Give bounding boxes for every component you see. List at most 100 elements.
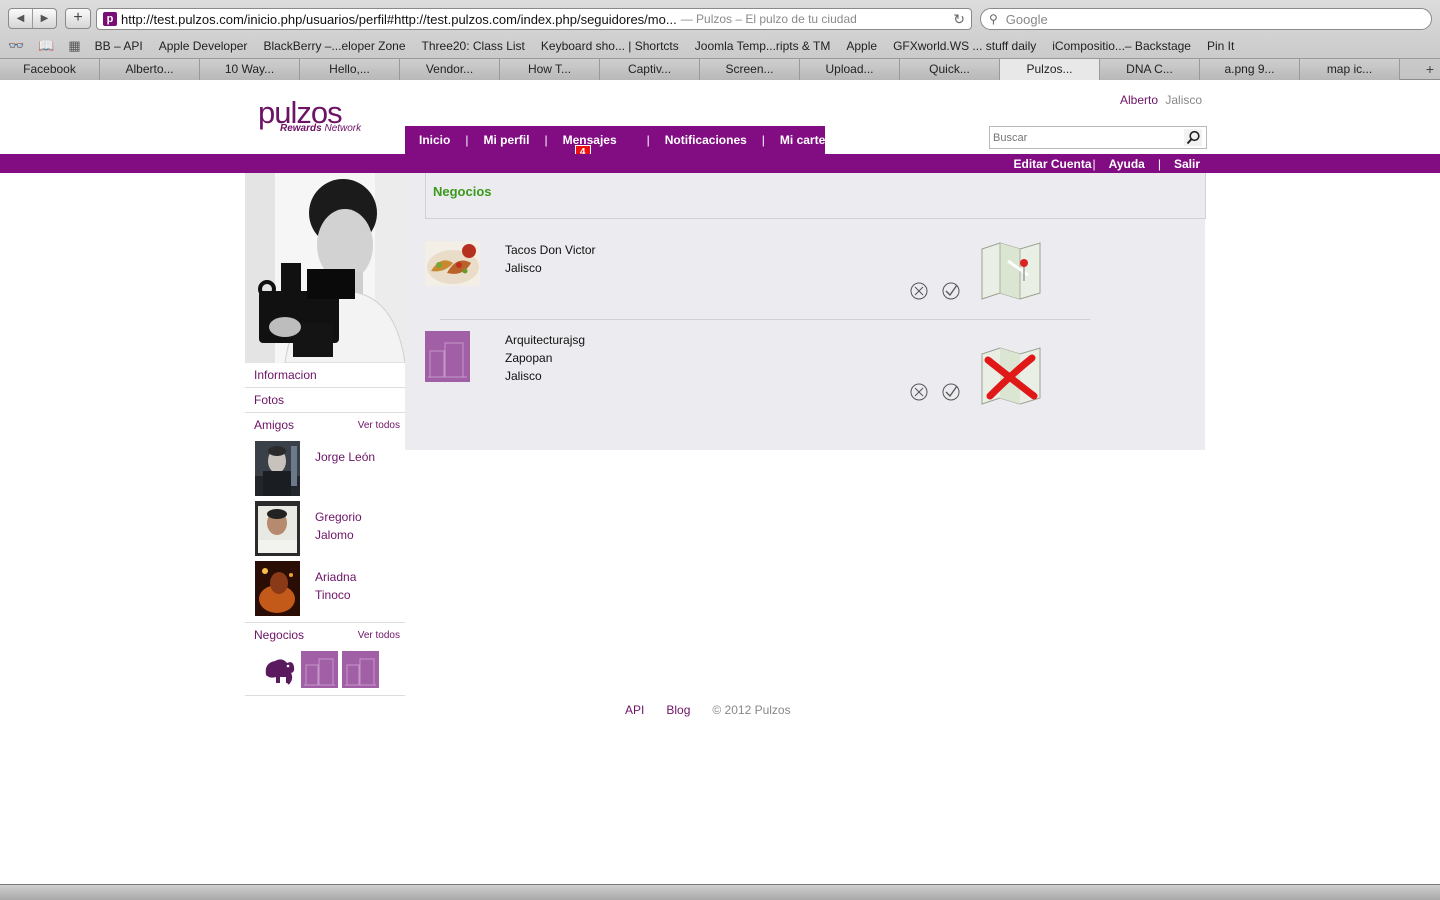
bookmark-item[interactable]: Pin It (1207, 39, 1234, 53)
check-circle-icon[interactable] (942, 383, 960, 401)
nav-mi-cartera[interactable]: Mi cartera (780, 133, 837, 147)
friend-avatar[interactable] (255, 561, 300, 616)
new-tab-icon[interactable]: + (1420, 59, 1440, 80)
sidebar-item-fotos[interactable]: Fotos (245, 388, 405, 413)
elephant-logo-icon[interactable] (260, 651, 297, 688)
nav-separator: | (761, 133, 765, 147)
bookmark-item[interactable]: iCompositio...– Backstage (1052, 39, 1191, 53)
negocios-title[interactable]: Negocios (254, 628, 304, 642)
friend-name[interactable]: Gregorio Jalomo (315, 508, 395, 544)
pulzos-logo[interactable]: pulzos Rewards Network (258, 97, 361, 134)
search-icon: ⚲ (989, 12, 998, 26)
bookmark-item[interactable]: Apple Developer (159, 39, 248, 53)
profile-photo[interactable] (245, 173, 405, 363)
tacos-photo-image (425, 241, 480, 286)
reading-list-icon[interactable]: 👓 (8, 38, 24, 54)
salir-link[interactable]: Salir (1174, 157, 1200, 171)
nav-inicio[interactable]: Inicio (419, 133, 450, 147)
profile-sidebar: Informacion Fotos Amigos Ver todos Jorge… (245, 173, 405, 696)
friend-name[interactable]: Jorge León (315, 448, 395, 466)
browser-search-field[interactable]: ⚲ Google (980, 8, 1432, 30)
negocios-header: Negocios Ver todos (245, 623, 405, 648)
remove-circle-icon[interactable] (910, 282, 928, 300)
browser-tab[interactable]: map ic... (1300, 59, 1400, 80)
browser-tab[interactable]: a.png 9... (1200, 59, 1300, 80)
browser-tab[interactable]: Facebook (0, 59, 100, 80)
editar-cuenta-link[interactable]: Editar Cuenta (1013, 157, 1091, 171)
sub-nav-bar: Editar Cuenta | Ayuda | Salir (0, 154, 1440, 173)
browser-tab[interactable]: Vendor... (400, 59, 500, 80)
building-placeholder-icon[interactable] (342, 651, 379, 688)
browser-search-placeholder: Google (1005, 11, 1048, 27)
site-footer: API Blog © 2012 Pulzos (625, 703, 791, 717)
address-bar[interactable]: p http://test.pulzos.com/inicio.php/usua… (96, 8, 972, 30)
browser-tab[interactable]: Alberto... (100, 59, 200, 80)
browser-tab[interactable]: Quick... (900, 59, 1000, 80)
nav-mi-perfil[interactable]: Mi perfil (483, 133, 529, 147)
reload-icon[interactable]: ↻ (953, 11, 965, 28)
amigos-title[interactable]: Amigos (254, 418, 294, 432)
business-details: Arquitecturajsg Zapopan Jalisco (505, 331, 585, 385)
business-name[interactable]: Arquitecturajsg (505, 331, 585, 349)
map-pin-icon[interactable] (978, 241, 1044, 301)
nav-notificaciones[interactable]: Notificaciones (665, 133, 747, 147)
browser-tab[interactable]: DNA C... (1100, 59, 1200, 80)
bookmark-item[interactable]: Three20: Class List (422, 39, 525, 53)
remove-circle-icon[interactable] (910, 383, 928, 401)
bookmark-item[interactable]: GFXworld.WS ... stuff daily (893, 39, 1036, 53)
tab-bar: Facebook Alberto... 10 Way... Hello,... … (0, 58, 1440, 80)
back-icon[interactable]: ◀ (9, 9, 33, 28)
browser-tab-active[interactable]: Pulzos... (1000, 59, 1100, 80)
footer-api-link[interactable]: API (625, 703, 644, 717)
amigos-header: Amigos Ver todos (245, 413, 405, 438)
logo-tagline-rest: Network (321, 123, 362, 134)
browser-tab[interactable]: Screen... (700, 59, 800, 80)
browser-tab[interactable]: Upload... (800, 59, 900, 80)
check-circle-icon[interactable] (942, 282, 960, 300)
history-nav: ◀ ▶ (8, 8, 57, 29)
web-page: pulzos Rewards Network Alberto Jalisco I… (0, 81, 1440, 884)
friend-item[interactable]: Jorge León (245, 438, 405, 498)
friend-avatar[interactable] (255, 441, 300, 496)
business-location: Jalisco (505, 369, 542, 383)
browser-tab[interactable]: How T... (500, 59, 600, 80)
negocios-ver-todos-link[interactable]: Ver todos (358, 623, 400, 648)
user-info: Alberto Jalisco (1120, 93, 1202, 107)
site-search-input[interactable] (990, 127, 1175, 148)
building-placeholder-image (425, 331, 470, 382)
bookmark-item[interactable]: Apple (846, 39, 877, 53)
friend-avatar[interactable] (255, 501, 300, 556)
footer-blog-link[interactable]: Blog (666, 703, 690, 717)
bookmarks-book-icon[interactable]: 📖 (38, 38, 54, 54)
bookmark-item[interactable]: BlackBerry –...eloper Zone (263, 39, 405, 53)
browser-tab[interactable]: 10 Way... (200, 59, 300, 80)
business-name[interactable]: Tacos Don Victor (505, 241, 596, 259)
bookmark-item[interactable]: Joomla Temp...ripts & TM (695, 39, 831, 53)
bookmarks-bar: 👓 📖 ▦ BB – API Apple Developer BlackBerr… (0, 35, 1440, 57)
search-icon[interactable] (1184, 129, 1202, 146)
friend-item[interactable]: Gregorio Jalomo (245, 498, 405, 558)
nav-mensajes[interactable]: Mensajes 4 (563, 133, 617, 159)
bookmark-item[interactable]: BB – API (95, 39, 143, 53)
business-location: Jalisco (505, 261, 542, 275)
browser-tab[interactable]: Captiv... (600, 59, 700, 80)
amigos-ver-todos-link[interactable]: Ver todos (358, 413, 400, 438)
forward-icon[interactable]: ▶ (33, 9, 56, 28)
url-text: http://test.pulzos.com/inicio.php/usuari… (121, 11, 677, 27)
top-sites-grid-icon[interactable]: ▦ (68, 38, 80, 54)
bookmark-item[interactable]: Keyboard sho... | Shortcts (541, 39, 679, 53)
business-image[interactable] (425, 241, 480, 286)
user-name-link[interactable]: Alberto (1120, 93, 1158, 107)
main-nav: Inicio | Mi perfil | Mensajes 4 | Notifi… (405, 126, 837, 159)
add-bookmark-button[interactable]: + (65, 8, 91, 29)
sidebar-item-informacion[interactable]: Informacion (245, 363, 405, 388)
panel-header: Negocios (425, 173, 1206, 219)
map-unavailable-icon[interactable] (978, 346, 1044, 406)
friend-item[interactable]: Ariadna Tinoco (245, 558, 405, 618)
browser-chrome: ◀ ▶ + p http://test.pulzos.com/inicio.ph… (0, 0, 1440, 80)
business-image[interactable] (425, 331, 470, 382)
ayuda-link[interactable]: Ayuda (1109, 157, 1145, 171)
friend-name[interactable]: Ariadna Tinoco (315, 568, 395, 604)
building-placeholder-icon[interactable] (301, 651, 338, 688)
browser-tab[interactable]: Hello,... (300, 59, 400, 80)
